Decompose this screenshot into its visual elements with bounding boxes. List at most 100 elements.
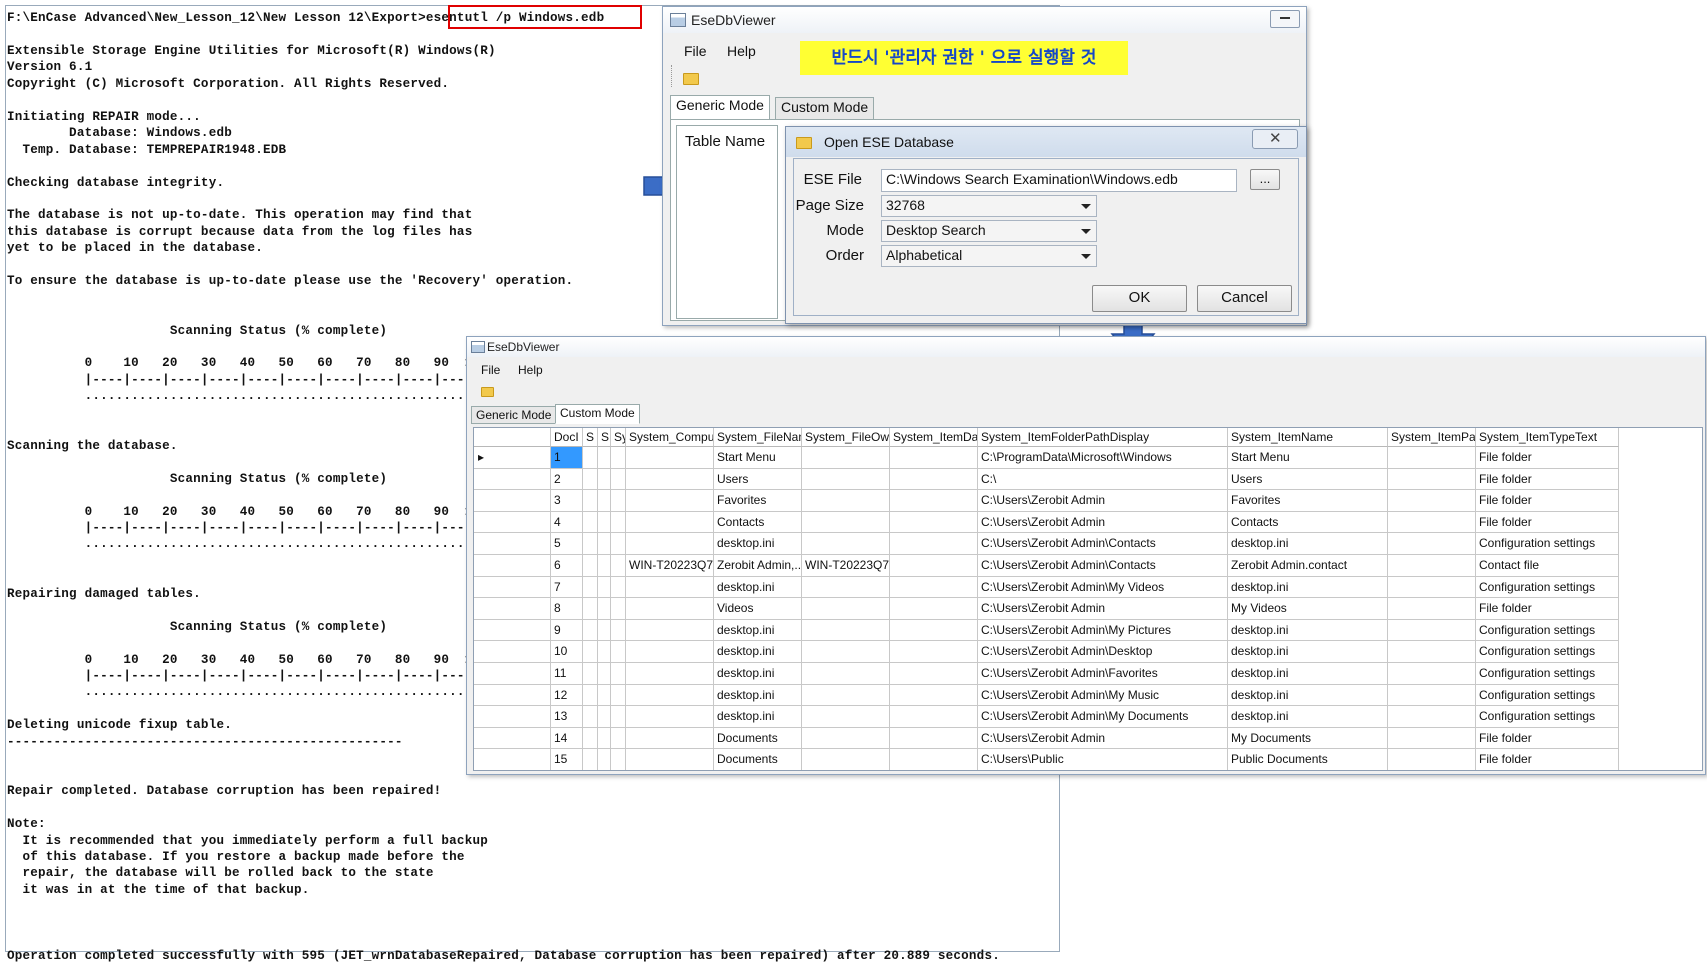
table-cell[interactable] [583, 749, 598, 770]
menu-file[interactable]: File [481, 363, 500, 377]
table-row[interactable]: 12 desktop.ini C:\Users\Zerobit Admin\My M… [474, 684, 1702, 707]
table-cell[interactable] [598, 511, 611, 534]
table-cell[interactable] [1388, 684, 1476, 707]
table-cell[interactable]: desktop.ini [1228, 641, 1388, 663]
table-cell[interactable]: 2 [551, 468, 583, 491]
table-cell[interactable] [583, 447, 598, 469]
table-cell[interactable] [598, 533, 611, 555]
table-cell[interactable] [598, 663, 611, 685]
table-cell[interactable] [1388, 619, 1476, 642]
table-cell[interactable] [1388, 533, 1476, 555]
table-cell[interactable]: 15 [551, 749, 583, 770]
dialog-close-button[interactable]: ✕ [1252, 129, 1298, 149]
column-header[interactable]: S [583, 428, 598, 447]
table-cell[interactable]: File folder [1476, 447, 1619, 469]
table-cell[interactable] [890, 619, 978, 642]
table-cell[interactable] [1388, 663, 1476, 685]
table-cell[interactable]: Contact file [1476, 555, 1619, 577]
browse-button[interactable]: ... [1250, 169, 1280, 190]
table-cell[interactable] [802, 576, 890, 599]
tab-custom-mode[interactable]: Custom Mode [775, 97, 875, 120]
row-header[interactable] [474, 555, 551, 577]
table-cell[interactable] [611, 684, 626, 707]
table-cell[interactable]: desktop.ini [714, 641, 802, 663]
column-header[interactable]: System_FileOwr [802, 428, 890, 447]
table-cell[interactable] [890, 555, 978, 577]
page-size-select[interactable]: 32768 [881, 195, 1097, 217]
table-cell[interactable]: 8 [551, 598, 583, 620]
table-cell[interactable] [802, 663, 890, 685]
table-cell[interactable] [583, 555, 598, 577]
cancel-button[interactable]: Cancel [1197, 285, 1292, 312]
table-row[interactable]: 7 desktop.ini C:\Users\Zerobit Admin\My Vi… [474, 576, 1702, 599]
table-cell[interactable] [890, 576, 978, 599]
table-cell[interactable]: desktop.ini [714, 684, 802, 707]
row-header[interactable] [474, 749, 551, 770]
table-cell[interactable]: C:\Users\Zerobit Admin [978, 490, 1228, 512]
table-cell[interactable] [598, 727, 611, 750]
table-cell[interactable]: desktop.ini [1228, 684, 1388, 707]
table-cell[interactable]: 13 [551, 706, 583, 728]
table-cell[interactable] [583, 533, 598, 555]
table-cell[interactable]: Favorites [1228, 490, 1388, 512]
table-row[interactable]: 13 desktop.ini C:\Users\Zerobit Admin\My D… [474, 706, 1702, 728]
table-cell[interactable]: 10 [551, 641, 583, 663]
table-row[interactable]: 8 Videos C:\Users\Zerobit Admin My Videos Fi… [474, 598, 1702, 620]
table-cell[interactable]: 7 [551, 576, 583, 599]
table-cell[interactable] [802, 641, 890, 663]
table-cell[interactable] [626, 468, 714, 491]
table-cell[interactable]: C:\Users\Zerobit Admin [978, 727, 1228, 750]
minimize-button[interactable] [1270, 10, 1300, 28]
table-cell[interactable] [611, 598, 626, 620]
table-cell[interactable] [598, 684, 611, 707]
table-cell[interactable] [626, 576, 714, 599]
table-cell[interactable] [626, 533, 714, 555]
table-cell[interactable] [802, 447, 890, 469]
table-cell[interactable]: My Videos [1228, 598, 1388, 620]
table-cell[interactable]: Contacts [1228, 511, 1388, 534]
table-cell[interactable] [583, 598, 598, 620]
table-cell[interactable] [583, 706, 598, 728]
table-cell[interactable] [890, 727, 978, 750]
table-cell[interactable] [890, 641, 978, 663]
table-cell[interactable]: desktop.ini [1228, 533, 1388, 555]
table-cell[interactable]: C:\Users\Zerobit Admin\Contacts [978, 555, 1228, 577]
column-header[interactable]: System_Comput [626, 428, 714, 447]
table-cell[interactable]: File folder [1476, 598, 1619, 620]
table-cell[interactable] [583, 468, 598, 491]
table-cell[interactable]: Zerobit Admin.contact [1228, 555, 1388, 577]
table-cell[interactable]: desktop.ini [714, 706, 802, 728]
table-cell[interactable] [598, 706, 611, 728]
table-cell[interactable] [890, 490, 978, 512]
row-header[interactable] [474, 663, 551, 685]
table-cell[interactable]: Start Menu [714, 447, 802, 469]
column-header[interactable]: System_FileNan [714, 428, 802, 447]
table-cell[interactable]: File folder [1476, 749, 1619, 770]
table-cell[interactable]: Documents [714, 749, 802, 770]
table-cell[interactable]: C:\Users\Zerobit Admin [978, 598, 1228, 620]
table-cell[interactable]: WIN-T20223Q7,.. [802, 555, 890, 577]
tab-generic-mode[interactable]: Generic Mode [471, 406, 557, 424]
row-header[interactable] [474, 727, 551, 750]
table-cell[interactable]: desktop.ini [714, 576, 802, 599]
open-folder-icon[interactable] [481, 387, 494, 397]
table-cell[interactable] [802, 684, 890, 707]
table-cell[interactable] [583, 727, 598, 750]
column-header[interactable]: S [598, 428, 611, 447]
table-cell[interactable]: Configuration settings [1476, 533, 1619, 555]
table-cell[interactable]: Zerobit Admin,.. [714, 555, 802, 577]
table-cell[interactable]: 12 [551, 684, 583, 707]
table-cell[interactable] [890, 511, 978, 534]
tab-custom-mode[interactable]: Custom Mode [555, 404, 640, 424]
table-cell[interactable]: C:\Users\Zerobit Admin\My Documents [978, 706, 1228, 728]
table-cell[interactable] [626, 684, 714, 707]
table-cell[interactable] [583, 663, 598, 685]
row-header[interactable] [474, 468, 551, 491]
table-cell[interactable] [611, 706, 626, 728]
table-cell[interactable] [626, 641, 714, 663]
table-cell[interactable] [1388, 598, 1476, 620]
table-row[interactable]: 9 desktop.ini C:\Users\Zerobit Admin\My Pi… [474, 619, 1702, 642]
table-cell[interactable]: desktop.ini [714, 533, 802, 555]
column-header[interactable]: System_ItemName [1228, 428, 1388, 447]
table-cell[interactable]: C:\Users\Zerobit Admin\My Music [978, 684, 1228, 707]
